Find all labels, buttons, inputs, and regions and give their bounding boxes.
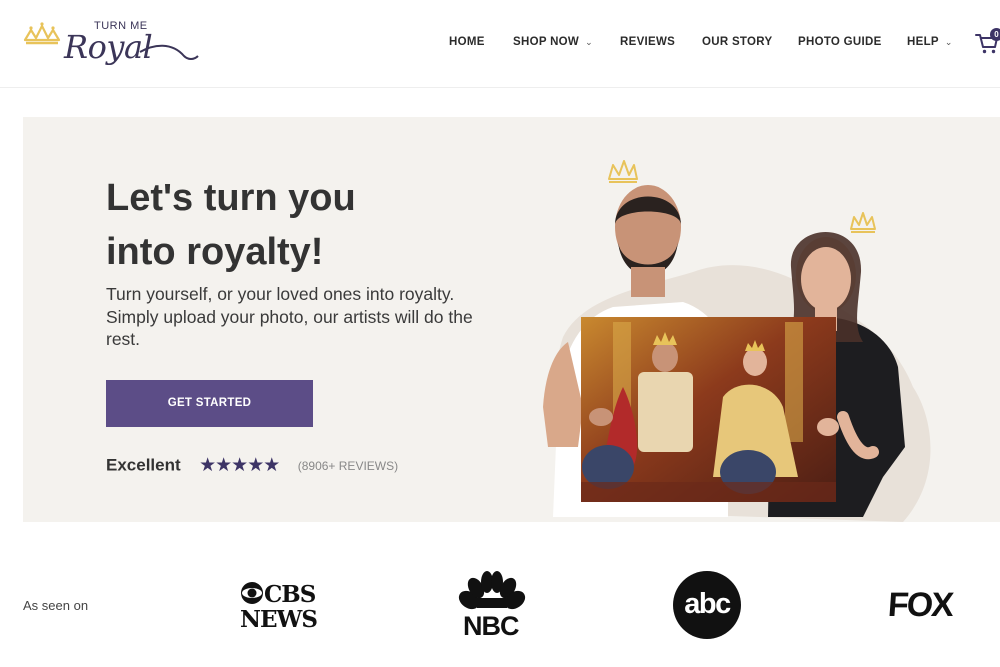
hero-section: Let's turn you into royalty! Turn yourse… [23, 117, 1000, 522]
as-seen-on-label: As seen on [23, 598, 89, 613]
royal-portrait-canvas [581, 317, 836, 502]
rating-summary[interactable]: Excellent ★★★★★ (8906+ REVIEWS) [106, 454, 399, 476]
rating-label: Excellent [106, 455, 181, 475]
nav-help-label: HELP [907, 36, 939, 48]
cart-count-badge: 0 [990, 28, 1000, 41]
nav-help[interactable]: HELP ⌄ [907, 36, 953, 48]
chevron-down-icon: ⌄ [944, 37, 953, 47]
hero-title: Let's turn you into royalty! [106, 171, 486, 279]
nav-shop-now[interactable]: SHOP NOW ⌄ [513, 36, 593, 48]
fox-logo: FOX [886, 570, 963, 642]
nav-home-label: HOME [449, 36, 485, 48]
nav-home[interactable]: HOME [449, 36, 485, 48]
hero-title-line-1: Let's turn you [106, 177, 356, 219]
abc-logo: abc [672, 570, 744, 642]
nbc-logo: NBC [457, 570, 527, 642]
cbs-news-logo: CBS NEWS [238, 570, 318, 642]
nav-photo-guide[interactable]: PHOTO GUIDE [798, 36, 882, 48]
abc-text: abc [684, 588, 731, 620]
get-started-button[interactable]: GET STARTED [106, 380, 313, 427]
main-nav: HOME SHOP NOW ⌄ REVIEWS OUR STORY PHOTO G… [0, 36, 1000, 52]
chevron-down-icon: ⌄ [585, 37, 593, 47]
cbs-text: CBS [264, 581, 316, 608]
reviews-count: (8906+ REVIEWS) [297, 458, 399, 473]
nav-reviews-label: REVIEWS [620, 36, 676, 48]
news-text: NEWS [240, 606, 318, 633]
nav-photo-guide-label: PHOTO GUIDE [798, 36, 882, 48]
fox-text: FOX [886, 586, 954, 624]
star-rating-icon: ★★★★★ [199, 455, 280, 476]
hero-title-line-2: into royalty! [106, 231, 324, 273]
nav-our-story[interactable]: OUR STORY [702, 36, 772, 48]
nav-shop-now-label: SHOP NOW [513, 36, 580, 48]
hero-subtitle: Turn yourself, or your loved ones into r… [106, 284, 473, 349]
cart-button[interactable]: 0 [975, 28, 1000, 55]
nbc-text: NBC [463, 611, 519, 641]
nav-reviews[interactable]: REVIEWS [620, 36, 675, 48]
nav-our-story-label: OUR STORY [702, 36, 773, 48]
couple-holding-royal-portrait-image [543, 160, 931, 522]
site-header: TURN ME Royal HOME SHOP NOW ⌄ REVIEWS OUR… [0, 0, 1000, 88]
